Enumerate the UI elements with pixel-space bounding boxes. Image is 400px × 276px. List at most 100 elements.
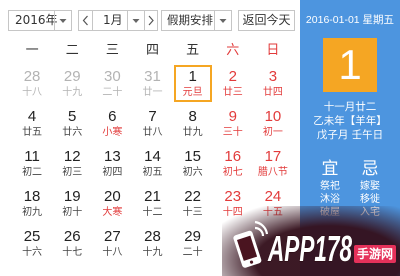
weekday-header: 六 xyxy=(226,43,240,58)
calendar-day[interactable]: 31 廿一 xyxy=(132,64,172,104)
back-to-today-label: 返回今天 xyxy=(242,13,291,27)
day-number: 28 xyxy=(144,228,161,245)
calendar-day[interactable]: 10 初一 xyxy=(253,104,293,144)
ganzhi-month-day: 戊子月 壬午日 xyxy=(316,129,384,141)
big-day-number: 1 xyxy=(338,41,362,88)
lunar-label: 廿一 xyxy=(142,87,163,98)
weekday-header: 三 xyxy=(105,43,119,58)
chevron-down-icon[interactable] xyxy=(54,11,71,30)
holiday-schedule-select[interactable]: 假期安排 xyxy=(161,10,232,31)
calendar-day[interactable]: 21 十二 xyxy=(132,184,172,224)
calendar-day[interactable]: 20 大寒 xyxy=(92,184,132,224)
day-number: 23 xyxy=(224,188,242,205)
day-number: 16 xyxy=(224,148,242,165)
lunar-label: 初一 xyxy=(262,127,283,138)
calendar-day[interactable]: 26 十七 xyxy=(52,224,92,264)
calendar-day[interactable]: 19 初十 xyxy=(52,184,92,224)
back-to-today-button[interactable]: 返回今天 xyxy=(238,10,295,31)
calendar-day[interactable]: 12 初三 xyxy=(52,144,92,184)
yi-item: 沐浴 xyxy=(320,194,340,205)
festival-label: 小寒 xyxy=(102,127,123,138)
day-number: 9 xyxy=(228,108,237,125)
day-number: 24 xyxy=(264,188,282,205)
next-month-button[interactable] xyxy=(144,10,158,31)
chevron-right-icon xyxy=(145,11,157,30)
lunar-label: 初七 xyxy=(222,167,243,178)
month-select-value: 1月 xyxy=(103,13,123,27)
calendar-day[interactable]: 3 廿四 xyxy=(253,64,293,104)
chevron-down-icon[interactable] xyxy=(127,11,144,30)
calendar-day[interactable]: 9 三十 xyxy=(213,104,253,144)
ji-item: 嫁娶 xyxy=(360,181,380,192)
day-number: 18 xyxy=(23,188,41,205)
day-number: 25 xyxy=(23,228,41,245)
lunar-label: 十八 xyxy=(102,247,123,258)
calendar-day[interactable]: 18 初九 xyxy=(12,184,52,224)
weekday-header: 四 xyxy=(145,43,159,58)
day-number: 17 xyxy=(264,148,282,165)
calendar-day[interactable]: 6 小寒 xyxy=(92,104,132,144)
calendar-day[interactable]: 30 二十 xyxy=(92,64,132,104)
month-select[interactable]: 1月 xyxy=(92,10,145,31)
festival-label: 大寒 xyxy=(102,207,123,218)
watermark-suffix: 手游网 xyxy=(354,245,396,263)
lunar-label: 十八 xyxy=(22,87,43,98)
calendar-day[interactable]: 17 腊八节 xyxy=(253,144,293,184)
calendar-day[interactable]: 14 初五 xyxy=(132,144,172,184)
day-number: 27 xyxy=(104,228,121,245)
lunar-label: 二十 xyxy=(102,87,123,98)
calendar-day[interactable]: 22 十三 xyxy=(173,184,213,224)
weekday-header: 二 xyxy=(65,43,79,58)
chevron-down-icon[interactable] xyxy=(214,11,231,30)
calendar-day[interactable]: 25 十六 xyxy=(12,224,52,264)
ji-label: 忌 xyxy=(361,159,379,179)
weekday-row: 一二三四五六日 xyxy=(12,42,293,60)
day-number: 30 xyxy=(104,68,121,85)
day-number: 20 xyxy=(104,188,121,205)
day-number: 12 xyxy=(63,148,81,165)
calendar-day[interactable]: 2 廿三 xyxy=(213,64,253,104)
calendar-day[interactable]: 15 初六 xyxy=(173,144,213,184)
calendar-day[interactable]: 5 廿六 xyxy=(52,104,92,144)
day-number: 7 xyxy=(148,108,157,125)
prev-month-button[interactable] xyxy=(78,10,93,31)
chevron-left-icon xyxy=(79,11,92,30)
calendar-day[interactable]: 29 二十 xyxy=(173,224,213,264)
lunar-label: 初九 xyxy=(22,207,43,218)
lunar-label: 初五 xyxy=(142,167,163,178)
calendar-day[interactable]: 29 十九 xyxy=(52,64,92,104)
calendar-day[interactable]: 7 廿八 xyxy=(132,104,172,144)
calendar-day[interactable]: 28 十八 xyxy=(12,64,52,104)
day-number: 4 xyxy=(27,108,37,125)
lunar-label: 十九 xyxy=(142,247,163,258)
day-number: 1 xyxy=(188,68,197,85)
day-number: 8 xyxy=(188,108,197,125)
lunar-label: 廿六 xyxy=(62,127,83,138)
calendar-day[interactable]: 16 初七 xyxy=(213,144,253,184)
day-number: 13 xyxy=(104,148,121,165)
calendar-day[interactable]: 4 廿五 xyxy=(12,104,52,144)
day-number: 29 xyxy=(184,228,201,245)
ganzhi-year: 乙未年【羊年】 xyxy=(313,115,387,127)
day-number: 29 xyxy=(63,68,81,85)
lunar-label: 十三 xyxy=(182,207,203,218)
calendar-day[interactable]: 28 十九 xyxy=(132,224,172,264)
day-number: 28 xyxy=(23,68,41,85)
lunar-label: 三十 xyxy=(222,127,243,138)
yi-label: 宜 xyxy=(321,159,339,179)
lunar-label: 十七 xyxy=(62,247,83,258)
lunar-label: 廿三 xyxy=(222,87,243,98)
year-select[interactable]: 2016年 xyxy=(8,10,72,31)
watermark-brand-svg: APP178 xyxy=(267,228,353,268)
calendar-day[interactable]: 8 廿九 xyxy=(173,104,213,144)
day-number: 5 xyxy=(68,108,77,125)
calendar-day[interactable]: 11 初二 xyxy=(12,144,52,184)
lunar-label: 初二 xyxy=(22,167,43,178)
calendar-day-selected[interactable]: 1 元旦 xyxy=(173,64,213,104)
calendar-day[interactable]: 13 初四 xyxy=(92,144,132,184)
day-number: 15 xyxy=(184,148,201,165)
lunar-date: 十一月廿二 xyxy=(323,101,377,113)
lunar-label: 初四 xyxy=(102,167,123,178)
calendar-day[interactable]: 27 十八 xyxy=(92,224,132,264)
lunar-label: 十二 xyxy=(142,207,163,218)
